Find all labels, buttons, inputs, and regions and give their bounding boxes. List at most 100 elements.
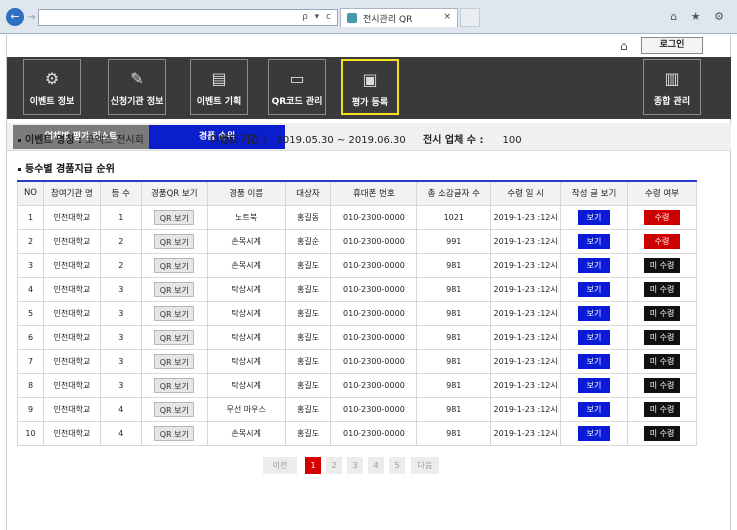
nav-label: 신청기관 정보 xyxy=(110,97,164,107)
column-header: 작성 글 보기 xyxy=(560,180,629,206)
cell-prize: 탁상시계 xyxy=(206,372,286,398)
cell-date: 2019-1-23 :12시 xyxy=(490,204,562,230)
cell-name: 홍길도 xyxy=(284,420,332,446)
receipt-status-badge[interactable]: 수령 xyxy=(644,209,680,225)
cell-view: 보기 xyxy=(560,300,629,326)
cell-status: 미 수령 xyxy=(627,300,697,326)
page-button[interactable]: 5 xyxy=(389,457,405,474)
cell-date: 2019-1-23 :12시 xyxy=(490,372,562,398)
view-post-button[interactable]: 보기 xyxy=(578,401,611,417)
view-post-button[interactable]: 보기 xyxy=(578,353,611,369)
column-header: 등 수 xyxy=(99,180,142,206)
cell-no: 4 xyxy=(17,276,44,302)
receipt-status-badge[interactable]: 미 수령 xyxy=(644,377,680,393)
cell-date: 2019-1-23 :12시 xyxy=(490,396,562,422)
login-button[interactable]: 로그인 xyxy=(641,37,703,54)
view-post-button[interactable]: 보기 xyxy=(578,329,611,345)
page-button[interactable]: 4 xyxy=(368,457,384,474)
cell-view: 보기 xyxy=(560,348,629,374)
cell-rank: 3 xyxy=(99,276,142,302)
cell-qr: QR 보기 xyxy=(140,204,208,230)
receipt-status-badge[interactable]: 미 수령 xyxy=(644,257,680,273)
qr-view-button[interactable]: QR 보기 xyxy=(154,329,195,345)
cell-status: 미 수령 xyxy=(627,396,697,422)
view-post-button[interactable]: 보기 xyxy=(578,377,611,393)
qr-view-button[interactable]: QR 보기 xyxy=(154,353,195,369)
table-row: 4 인천대학교 3 QR 보기 탁상시계 홍길도 010-2300-0000 981 2019-… xyxy=(17,276,697,302)
cell-phone: 010-2300-0000 xyxy=(330,300,418,326)
nav-event-planning[interactable]: ▤ 이벤트 기획 xyxy=(190,59,248,115)
cell-chars: 981 xyxy=(416,420,492,446)
new-tab-button[interactable] xyxy=(460,8,480,27)
exhibitor-count-field: 전시 업체 수 : 100 xyxy=(423,135,522,146)
page-button[interactable]: 1 xyxy=(305,457,321,474)
pencil-icon: ✎ xyxy=(130,69,144,88)
cell-name: 홍길순 xyxy=(284,228,332,254)
view-post-button[interactable]: 보기 xyxy=(578,233,611,249)
receipt-status-badge[interactable]: 수령 xyxy=(644,233,680,249)
main-nav: ⚙ 이벤트 정보 ✎ 신청기관 정보 ▤ 이벤트 기획 ▭ QR코드 관리 ▣ … xyxy=(7,57,731,119)
page-button[interactable]: 2 xyxy=(326,457,342,474)
receipt-status-badge[interactable]: 미 수령 xyxy=(644,305,680,321)
cell-no: 5 xyxy=(17,300,44,326)
cell-no: 10 xyxy=(17,420,44,446)
address-bar[interactable]: ρ ▾ c xyxy=(38,9,338,26)
view-post-button[interactable]: 보기 xyxy=(578,209,611,225)
column-header: 경품QR 보기 xyxy=(140,180,208,206)
cell-date: 2019-1-23 :12시 xyxy=(490,420,562,446)
event-info: 이벤트 명칭 : 코엑스 전시회 이벤트 기간 : 2019.05.30 ~ 2… xyxy=(18,131,718,146)
table-row: 7 인천대학교 3 QR 보기 탁상시계 홍길도 010-2300-0000 981 2019-… xyxy=(17,348,697,374)
nav-applicant-info[interactable]: ✎ 신청기관 정보 xyxy=(108,59,166,115)
cell-status: 수령 xyxy=(627,204,697,230)
qr-view-button[interactable]: QR 보기 xyxy=(154,425,195,441)
qr-view-button[interactable]: QR 보기 xyxy=(154,257,195,273)
qr-view-button[interactable]: QR 보기 xyxy=(154,209,195,225)
nav-overall-management[interactable]: ▥ 종합 관리 xyxy=(643,59,701,115)
qr-view-button[interactable]: QR 보기 xyxy=(154,377,195,393)
receipt-status-badge[interactable]: 미 수령 xyxy=(644,281,680,297)
cell-status: 미 수령 xyxy=(627,348,697,374)
view-post-button[interactable]: 보기 xyxy=(578,281,611,297)
receipt-status-badge[interactable]: 미 수령 xyxy=(644,329,680,345)
qr-view-button[interactable]: QR 보기 xyxy=(154,281,195,297)
table-header-row: NO 참여기관 명등 수 경품QR 보기 경품 이름 대상자 휴대폰 번호 총 소감글자 수… xyxy=(17,180,697,206)
cell-phone: 010-2300-0000 xyxy=(330,396,418,422)
nav-label: 이벤트 기획 xyxy=(196,97,242,107)
nav-label: 이벤트 정보 xyxy=(29,97,75,107)
receipt-status-badge[interactable]: 미 수령 xyxy=(644,425,680,441)
address-bar-icons[interactable]: ρ ▾ c xyxy=(302,12,333,22)
table-row: 2 인천대학교 2 QR 보기 손목시계 홍길순 010-2300-0000 991 2019-… xyxy=(17,228,697,254)
forward-icon[interactable]: → xyxy=(27,12,35,23)
cell-chars: 981 xyxy=(416,324,492,350)
page-button[interactable]: 3 xyxy=(347,457,363,474)
cell-no: 9 xyxy=(17,396,44,422)
tab-title: 전시관리 QR xyxy=(363,15,413,25)
view-post-button[interactable]: 보기 xyxy=(578,305,611,321)
table-row: 9 인천대학교 4 QR 보기 무선 마우스 홍길도 010-2300-0000 981 201… xyxy=(17,396,697,422)
cell-phone: 010-2300-0000 xyxy=(330,204,418,230)
cell-rank: 3 xyxy=(99,300,142,326)
tab-close-icon[interactable]: × xyxy=(443,12,451,22)
nav-evaluation-register[interactable]: ▣ 평가 등록 xyxy=(341,59,399,115)
qr-view-button[interactable]: QR 보기 xyxy=(154,233,195,249)
qr-view-button[interactable]: QR 보기 xyxy=(154,401,195,417)
cell-status: 미 수령 xyxy=(627,420,697,446)
nav-event-info[interactable]: ⚙ 이벤트 정보 xyxy=(23,59,81,115)
cell-name: 홍길도 xyxy=(284,300,332,326)
browser-tab[interactable]: 전시관리 QR × xyxy=(340,8,458,27)
table-body: 1 인천대학교 1 QR 보기 노트북 홍길동 010-2300-0000 1021 2019-… xyxy=(17,204,697,446)
nav-qr-management[interactable]: ▭ QR코드 관리 xyxy=(268,59,326,115)
home-icon[interactable]: ⌂ xyxy=(620,39,628,53)
view-post-button[interactable]: 보기 xyxy=(578,425,611,441)
prev-page-button[interactable]: 이전 xyxy=(263,457,297,474)
receipt-status-badge[interactable]: 미 수령 xyxy=(644,401,680,417)
receipt-status-badge[interactable]: 미 수령 xyxy=(644,353,680,369)
cell-status: 미 수령 xyxy=(627,252,697,278)
window-icons[interactable]: ⌂ ★ ⚙ xyxy=(670,10,729,23)
view-post-button[interactable]: 보기 xyxy=(578,257,611,273)
next-page-button[interactable]: 다음 xyxy=(411,457,439,474)
cell-no: 6 xyxy=(17,324,44,350)
cell-org: 인천대학교 xyxy=(42,372,101,398)
qr-view-button[interactable]: QR 보기 xyxy=(154,305,195,321)
back-icon[interactable]: ← xyxy=(6,8,24,26)
